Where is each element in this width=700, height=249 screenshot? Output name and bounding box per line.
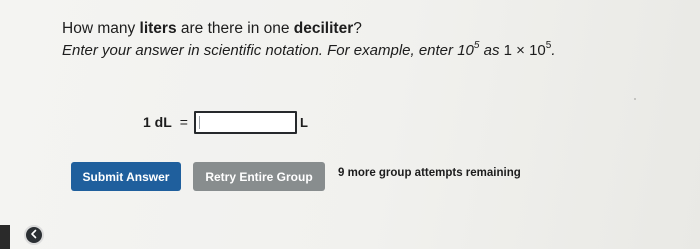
submit-answer-button[interactable]: Submit Answer	[71, 162, 181, 191]
instruction-text: Enter your answer in scientific notation…	[62, 41, 556, 61]
unit-label: L	[299, 114, 308, 130]
times-symbol: ×	[516, 42, 525, 59]
instruction-end: .	[551, 42, 556, 59]
chevron-left-icon	[29, 226, 39, 244]
example-scientific: 1 × 105	[503, 41, 552, 60]
edge-strip	[0, 225, 10, 249]
example-power: 105	[457, 41, 479, 60]
conversion-equation: 1 dL = L	[143, 110, 308, 134]
text-cursor	[198, 115, 200, 129]
answer-input[interactable]	[193, 110, 297, 134]
instruction-body: Enter your answer in scientific notation…	[62, 42, 458, 59]
question-suffix: ?	[353, 20, 362, 37]
instruction-as: as	[479, 42, 504, 59]
question-prefix: How many	[62, 20, 140, 37]
attempts-remaining-text: 9 more group attempts remaining	[338, 167, 521, 179]
sci-base: 10	[529, 42, 546, 59]
question-keyword-deciliter: deciliter	[293, 20, 354, 37]
question-middle: are there in one	[176, 20, 294, 37]
equals-sign: =	[179, 114, 188, 130]
example-base: 10	[457, 42, 474, 59]
equation-lhs: 1 dL	[143, 114, 172, 130]
question-keyword-liters: liters	[139, 20, 177, 37]
screen-speck	[634, 98, 636, 100]
sci-coefficient: 1	[503, 42, 512, 59]
retry-entire-group-button[interactable]: Retry Entire Group	[193, 162, 325, 191]
back-control[interactable]	[0, 225, 44, 249]
back-button[interactable]	[24, 225, 44, 245]
question-text: How many liters are there in one decilit…	[62, 19, 362, 39]
